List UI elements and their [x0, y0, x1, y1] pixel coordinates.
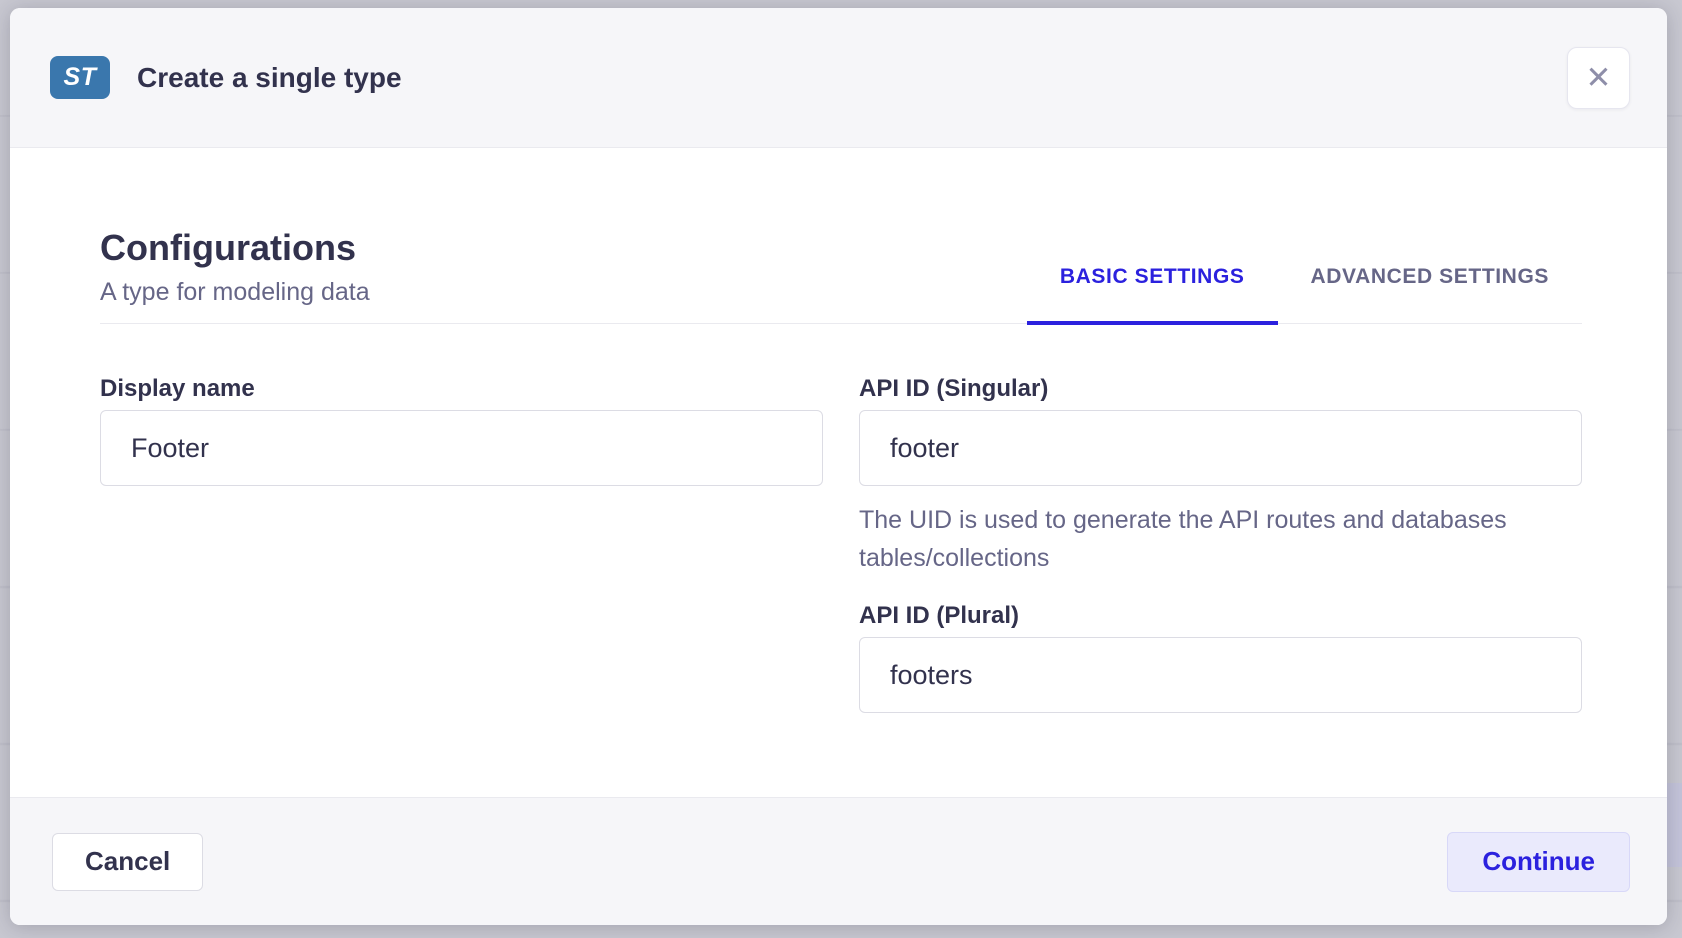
- api-id-plural-input[interactable]: [859, 637, 1582, 713]
- modal-footer: Cancel Continue: [10, 797, 1667, 925]
- api-id-singular-label: API ID (Singular): [859, 375, 1582, 403]
- page-title: Configurations: [100, 226, 1582, 270]
- configurations-section-header: Configurations A type for modeling data …: [100, 226, 1582, 324]
- display-name-input[interactable]: [100, 410, 823, 486]
- display-name-label: Display name: [100, 375, 823, 403]
- api-id-field-group: API ID (Singular) The UID is used to gen…: [859, 375, 1582, 713]
- tab-basic-settings[interactable]: BASIC SETTINGS: [1027, 266, 1278, 325]
- api-id-plural-label: API ID (Plural): [859, 602, 1582, 630]
- modal-body: Configurations A type for modeling data …: [10, 148, 1667, 797]
- settings-tabs: BASIC SETTINGS ADVANCED SETTINGS: [1027, 266, 1582, 323]
- continue-button[interactable]: Continue: [1447, 832, 1630, 892]
- api-id-plural-field-group: API ID (Plural): [859, 602, 1582, 713]
- single-type-icon: ST: [50, 56, 110, 99]
- close-icon: ✕: [1586, 62, 1612, 93]
- display-name-field-group: Display name: [100, 375, 823, 713]
- api-id-hint-text: The UID is used to generate the API rout…: [859, 501, 1539, 577]
- tab-advanced-settings[interactable]: ADVANCED SETTINGS: [1278, 266, 1583, 325]
- configuration-form: Display name API ID (Singular) The UID i…: [100, 375, 1582, 713]
- create-single-type-modal: ST Create a single type ✕ Configurations…: [10, 8, 1667, 925]
- cancel-button[interactable]: Cancel: [52, 833, 203, 891]
- api-id-singular-input[interactable]: [859, 410, 1582, 486]
- close-button[interactable]: ✕: [1567, 47, 1630, 109]
- modal-header: ST Create a single type ✕: [10, 8, 1667, 148]
- modal-title: Create a single type: [137, 62, 402, 94]
